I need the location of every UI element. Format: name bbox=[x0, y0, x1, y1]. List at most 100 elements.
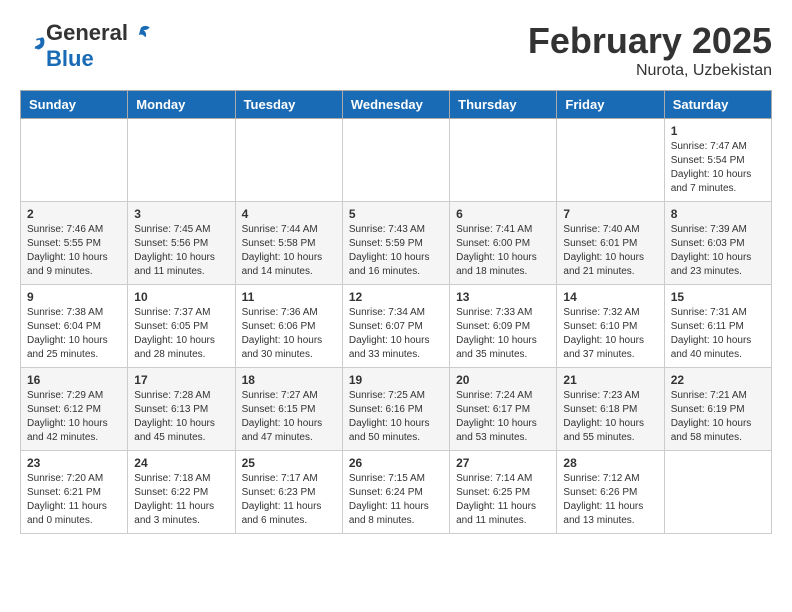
day-info: Sunrise: 7:43 AM Sunset: 5:59 PM Dayligh… bbox=[349, 223, 443, 279]
calendar-cell: 18 Sunrise: 7:27 AM Sunset: 6:15 PM Dayli… bbox=[235, 368, 342, 451]
day-info: Sunrise: 7:41 AM Sunset: 6:00 PM Dayligh… bbox=[456, 223, 550, 279]
calendar-cell bbox=[557, 119, 664, 202]
day-number: 13 bbox=[456, 290, 550, 304]
calendar-cell: 8 Sunrise: 7:39 AM Sunset: 6:03 PM Daylig… bbox=[664, 202, 771, 285]
calendar-day-header: Sunday bbox=[21, 91, 128, 119]
day-number: 6 bbox=[456, 207, 550, 221]
day-info: Sunrise: 7:31 AM Sunset: 6:11 PM Dayligh… bbox=[671, 306, 765, 362]
day-number: 19 bbox=[349, 373, 443, 387]
day-info: Sunrise: 7:32 AM Sunset: 6:10 PM Dayligh… bbox=[563, 306, 657, 362]
calendar-cell: 7 Sunrise: 7:40 AM Sunset: 6:01 PM Daylig… bbox=[557, 202, 664, 285]
calendar-cell bbox=[450, 119, 557, 202]
day-info: Sunrise: 7:39 AM Sunset: 6:03 PM Dayligh… bbox=[671, 223, 765, 279]
location: Nurota, Uzbekistan bbox=[528, 62, 772, 80]
day-info: Sunrise: 7:18 AM Sunset: 6:22 PM Dayligh… bbox=[134, 472, 228, 528]
day-info: Sunrise: 7:24 AM Sunset: 6:17 PM Dayligh… bbox=[456, 389, 550, 445]
day-number: 28 bbox=[563, 456, 657, 470]
day-info: Sunrise: 7:17 AM Sunset: 6:23 PM Dayligh… bbox=[242, 472, 336, 528]
calendar-cell: 20 Sunrise: 7:24 AM Sunset: 6:17 PM Dayli… bbox=[450, 368, 557, 451]
month-title: February 2025 bbox=[528, 20, 772, 62]
calendar-cell: 6 Sunrise: 7:41 AM Sunset: 6:00 PM Daylig… bbox=[450, 202, 557, 285]
day-number: 2 bbox=[27, 207, 121, 221]
calendar-cell: 25 Sunrise: 7:17 AM Sunset: 6:23 PM Dayli… bbox=[235, 451, 342, 534]
calendar-cell: 4 Sunrise: 7:44 AM Sunset: 5:58 PM Daylig… bbox=[235, 202, 342, 285]
calendar-cell: 10 Sunrise: 7:37 AM Sunset: 6:05 PM Dayli… bbox=[128, 285, 235, 368]
day-number: 14 bbox=[563, 290, 657, 304]
day-info: Sunrise: 7:47 AM Sunset: 5:54 PM Dayligh… bbox=[671, 140, 765, 196]
day-info: Sunrise: 7:12 AM Sunset: 6:26 PM Dayligh… bbox=[563, 472, 657, 528]
day-number: 18 bbox=[242, 373, 336, 387]
day-number: 11 bbox=[242, 290, 336, 304]
day-info: Sunrise: 7:20 AM Sunset: 6:21 PM Dayligh… bbox=[27, 472, 121, 528]
calendar-cell: 26Sunrise: 7:15 AM Sunset: 6:24 PM Dayli… bbox=[342, 451, 449, 534]
logo-icon bbox=[22, 32, 46, 56]
day-number: 10 bbox=[134, 290, 228, 304]
day-number: 24 bbox=[134, 456, 228, 470]
calendar-cell: 9 Sunrise: 7:38 AM Sunset: 6:04 PM Daylig… bbox=[21, 285, 128, 368]
calendar-cell: 22Sunrise: 7:21 AM Sunset: 6:19 PM Dayli… bbox=[664, 368, 771, 451]
day-info: Sunrise: 7:44 AM Sunset: 5:58 PM Dayligh… bbox=[242, 223, 336, 279]
calendar-cell: 24 Sunrise: 7:18 AM Sunset: 6:22 PM Dayli… bbox=[128, 451, 235, 534]
calendar-cell: 23Sunrise: 7:20 AM Sunset: 6:21 PM Dayli… bbox=[21, 451, 128, 534]
calendar-day-header: Wednesday bbox=[342, 91, 449, 119]
calendar-cell: 19 Sunrise: 7:25 AM Sunset: 6:16 PM Dayli… bbox=[342, 368, 449, 451]
day-number: 3 bbox=[134, 207, 228, 221]
calendar-cell: 11 Sunrise: 7:36 AM Sunset: 6:06 PM Dayli… bbox=[235, 285, 342, 368]
calendar-week-row: 1Sunrise: 7:47 AM Sunset: 5:54 PM Daylig… bbox=[21, 119, 772, 202]
calendar-cell: 16 Sunrise: 7:29 AM Sunset: 6:12 PM Dayli… bbox=[21, 368, 128, 451]
calendar-week-row: 16 Sunrise: 7:29 AM Sunset: 6:12 PM Dayli… bbox=[21, 368, 772, 451]
day-number: 8 bbox=[671, 207, 765, 221]
day-number: 17 bbox=[134, 373, 228, 387]
day-info: Sunrise: 7:15 AM Sunset: 6:24 PM Dayligh… bbox=[349, 472, 443, 528]
day-info: Sunrise: 7:40 AM Sunset: 6:01 PM Dayligh… bbox=[563, 223, 657, 279]
calendar-day-header: Friday bbox=[557, 91, 664, 119]
day-number: 12 bbox=[349, 290, 443, 304]
calendar-cell: 15 Sunrise: 7:31 AM Sunset: 6:11 PM Dayli… bbox=[664, 285, 771, 368]
calendar-week-row: 2 Sunrise: 7:46 AM Sunset: 5:55 PM Daylig… bbox=[21, 202, 772, 285]
day-info: Sunrise: 7:25 AM Sunset: 6:16 PM Dayligh… bbox=[349, 389, 443, 445]
day-number: 15 bbox=[671, 290, 765, 304]
day-info: Sunrise: 7:37 AM Sunset: 6:05 PM Dayligh… bbox=[134, 306, 228, 362]
day-info: Sunrise: 7:23 AM Sunset: 6:18 PM Dayligh… bbox=[563, 389, 657, 445]
calendar-cell: 21 Sunrise: 7:23 AM Sunset: 6:18 PM Dayli… bbox=[557, 368, 664, 451]
logo-blue: Blue bbox=[46, 46, 152, 72]
logo-general: General bbox=[46, 20, 128, 46]
day-number: 4 bbox=[242, 207, 336, 221]
calendar-header-row: SundayMondayTuesdayWednesdayThursdayFrid… bbox=[21, 91, 772, 119]
calendar-cell bbox=[128, 119, 235, 202]
calendar-cell: 17 Sunrise: 7:28 AM Sunset: 6:13 PM Dayli… bbox=[128, 368, 235, 451]
calendar-week-row: 9 Sunrise: 7:38 AM Sunset: 6:04 PM Daylig… bbox=[21, 285, 772, 368]
calendar-cell bbox=[21, 119, 128, 202]
day-info: Sunrise: 7:28 AM Sunset: 6:13 PM Dayligh… bbox=[134, 389, 228, 445]
day-number: 25 bbox=[242, 456, 336, 470]
day-number: 27 bbox=[456, 456, 550, 470]
day-info: Sunrise: 7:21 AM Sunset: 6:19 PM Dayligh… bbox=[671, 389, 765, 445]
page-header: General Blue February 2025 Nurota, Uzbek… bbox=[20, 20, 772, 80]
day-info: Sunrise: 7:36 AM Sunset: 6:06 PM Dayligh… bbox=[242, 306, 336, 362]
day-number: 5 bbox=[349, 207, 443, 221]
day-number: 21 bbox=[563, 373, 657, 387]
calendar-cell: 14 Sunrise: 7:32 AM Sunset: 6:10 PM Dayli… bbox=[557, 285, 664, 368]
calendar-cell: 27Sunrise: 7:14 AM Sunset: 6:25 PM Dayli… bbox=[450, 451, 557, 534]
calendar-cell: 1Sunrise: 7:47 AM Sunset: 5:54 PM Daylig… bbox=[664, 119, 771, 202]
calendar-cell: 28 Sunrise: 7:12 AM Sunset: 6:26 PM Dayli… bbox=[557, 451, 664, 534]
day-info: Sunrise: 7:38 AM Sunset: 6:04 PM Dayligh… bbox=[27, 306, 121, 362]
calendar-cell: 12Sunrise: 7:34 AM Sunset: 6:07 PM Dayli… bbox=[342, 285, 449, 368]
day-number: 16 bbox=[27, 373, 121, 387]
calendar-day-header: Tuesday bbox=[235, 91, 342, 119]
calendar-week-row: 23Sunrise: 7:20 AM Sunset: 6:21 PM Dayli… bbox=[21, 451, 772, 534]
day-info: Sunrise: 7:46 AM Sunset: 5:55 PM Dayligh… bbox=[27, 223, 121, 279]
day-number: 9 bbox=[27, 290, 121, 304]
day-info: Sunrise: 7:29 AM Sunset: 6:12 PM Dayligh… bbox=[27, 389, 121, 445]
day-info: Sunrise: 7:33 AM Sunset: 6:09 PM Dayligh… bbox=[456, 306, 550, 362]
day-number: 7 bbox=[563, 207, 657, 221]
calendar-cell: 2 Sunrise: 7:46 AM Sunset: 5:55 PM Daylig… bbox=[21, 202, 128, 285]
calendar-cell bbox=[664, 451, 771, 534]
day-info: Sunrise: 7:27 AM Sunset: 6:15 PM Dayligh… bbox=[242, 389, 336, 445]
calendar-table: SundayMondayTuesdayWednesdayThursdayFrid… bbox=[20, 90, 772, 534]
calendar-cell: 3Sunrise: 7:45 AM Sunset: 5:56 PM Daylig… bbox=[128, 202, 235, 285]
calendar-cell bbox=[342, 119, 449, 202]
calendar-cell: 5 Sunrise: 7:43 AM Sunset: 5:59 PM Daylig… bbox=[342, 202, 449, 285]
calendar-day-header: Thursday bbox=[450, 91, 557, 119]
day-number: 20 bbox=[456, 373, 550, 387]
